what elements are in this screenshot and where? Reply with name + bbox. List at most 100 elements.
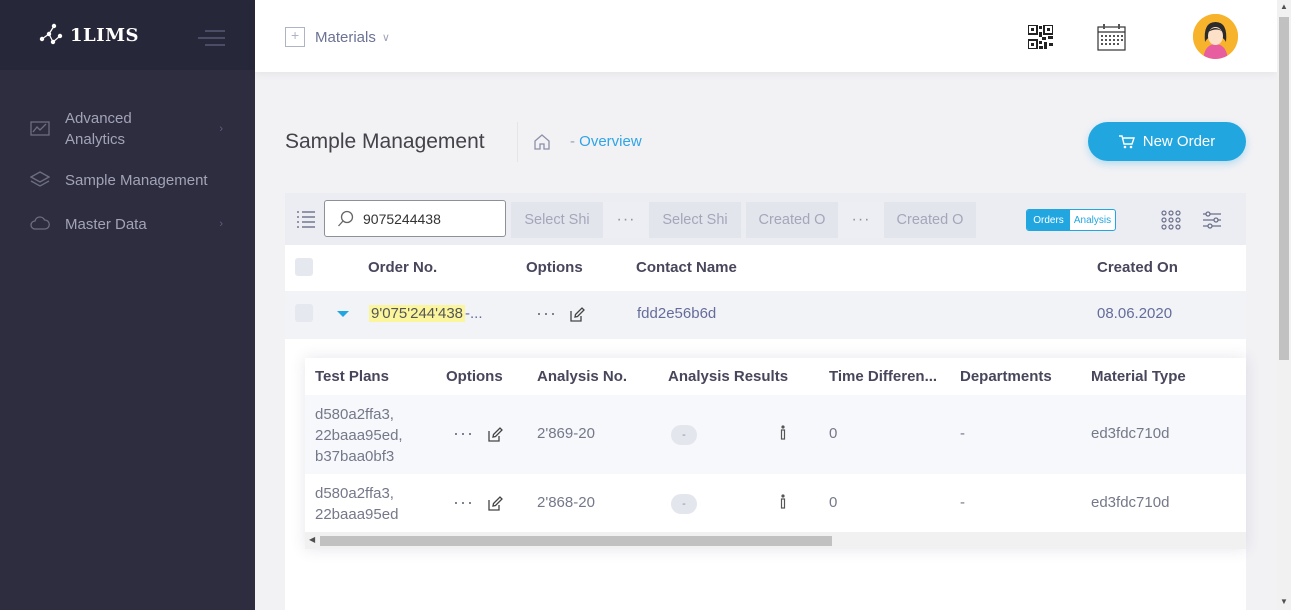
home-icon[interactable]: [533, 133, 551, 151]
created-to-select[interactable]: Created O: [884, 202, 976, 238]
col-analysis-no[interactable]: Analysis No.: [537, 368, 627, 385]
orders-card: Select Shi ··· Select Shi Created O ··· …: [285, 193, 1246, 610]
sidebar-item-label: Master Data: [65, 215, 147, 233]
avatar[interactable]: [1193, 14, 1238, 59]
result-badge: -: [671, 494, 697, 514]
row-options-dots-icon[interactable]: ···: [453, 423, 474, 444]
time-difference-cell: 0: [829, 425, 838, 442]
col-order-no[interactable]: Order No.: [368, 259, 437, 276]
test-plans-cell: d580a2ffa3, 22baaa95ed, b37baa0bf3: [315, 404, 403, 467]
calendar-icon[interactable]: [1097, 24, 1126, 51]
created-from-select[interactable]: Created O: [746, 202, 838, 238]
test-plan-line: b37baa0bf3: [315, 448, 395, 465]
search-icon: [338, 210, 354, 226]
col-analysis-results[interactable]: Analysis Results: [668, 368, 788, 385]
table-row[interactable]: 9'075'244'438 -... ··· fdd2e56b6d 08.06.2…: [285, 291, 1246, 339]
horizontal-scrollbar[interactable]: ◀: [305, 532, 1246, 549]
shift-to-select[interactable]: Select Shi: [649, 202, 741, 238]
cart-icon: [1118, 134, 1135, 148]
qr-code-icon[interactable]: [1028, 25, 1053, 49]
sidebar-item-label: Sample Management: [65, 171, 208, 189]
page-title: Sample Management: [285, 130, 485, 153]
row-options-dots-icon[interactable]: ···: [536, 303, 557, 324]
toggle-analysis[interactable]: Analysis: [1070, 210, 1115, 230]
breadcrumb-current[interactable]: Overview: [579, 133, 642, 150]
col-departments[interactable]: Departments: [960, 368, 1052, 385]
search-input[interactable]: [363, 210, 493, 227]
test-plans-cell: d580a2ffa3, 22baaa95ed: [315, 483, 398, 525]
test-plan-line: 22baaa95ed,: [315, 427, 403, 444]
user-avatar-icon: [1193, 14, 1238, 59]
row-options-dots-icon[interactable]: ···: [453, 492, 474, 513]
chevron-down-icon: ∨: [381, 31, 390, 44]
scroll-down-icon[interactable]: ▼: [1280, 597, 1288, 606]
chart-icon: [30, 121, 50, 136]
shift-ellipsis[interactable]: ···: [603, 202, 649, 238]
created-ellipsis[interactable]: ···: [838, 202, 884, 238]
order-no-suffix: -...: [465, 305, 483, 322]
sidebar: 1LIMS Advanced Analytics › Sample Manage…: [0, 0, 255, 610]
col-options: Options: [526, 259, 583, 276]
list-icon[interactable]: [296, 209, 316, 229]
sidebar-item-label: Advanced Analytics: [65, 110, 132, 148]
shift-from-select[interactable]: Select Shi: [511, 202, 603, 238]
vertical-scrollbar[interactable]: ▲ ▼: [1277, 0, 1291, 610]
sidebar-item-advanced-analytics[interactable]: Advanced Analytics ›: [0, 100, 255, 158]
layers-icon: [30, 171, 50, 187]
chevron-right-icon: ›: [219, 122, 223, 135]
test-plan-line: 22baaa95ed: [315, 506, 399, 523]
scroll-left-icon[interactable]: ◀: [309, 535, 315, 544]
new-order-label: New Order: [1142, 133, 1216, 150]
time-difference-cell: 0: [829, 494, 838, 511]
breadcrumb: - Overview: [570, 133, 642, 150]
filter-settings-icon[interactable]: [1202, 210, 1222, 230]
breadcrumb-separator: -: [570, 133, 575, 150]
analysis-no-cell: 2'868-20: [537, 494, 595, 511]
col-material-type[interactable]: Material Type: [1091, 368, 1186, 385]
view-toggle: Orders Analysis: [1026, 209, 1116, 231]
table-header: Order No. Options Contact Name Created O…: [285, 245, 1246, 291]
created-on-cell: 08.06.2020: [1097, 305, 1173, 322]
edit-icon[interactable]: [569, 307, 585, 323]
add-module-icon: [285, 27, 305, 47]
nested-header: Test Plans Options Analysis No. Analysis…: [305, 358, 1246, 395]
departments-cell: -: [960, 494, 965, 511]
table-toolbar: Select Shi ··· Select Shi Created O ··· …: [285, 193, 1246, 245]
col-test-plans[interactable]: Test Plans: [315, 368, 389, 385]
edit-icon[interactable]: [487, 427, 503, 443]
shift-filter: Select Shi ··· Select Shi: [511, 202, 741, 238]
search-field[interactable]: [324, 200, 506, 237]
nested-analysis-table: Test Plans Options Analysis No. Analysis…: [305, 358, 1246, 549]
expand-caret-icon[interactable]: [337, 311, 349, 317]
col-created-on[interactable]: Created On: [1097, 259, 1178, 276]
logo-icon: [39, 23, 63, 45]
scroll-up-icon[interactable]: ▲: [1280, 2, 1288, 11]
info-icon[interactable]: [779, 425, 787, 441]
menu-toggle-icon[interactable]: [198, 30, 225, 46]
order-no-cell: 9'075'244'438 -...: [369, 305, 483, 322]
chevron-right-icon: ›: [219, 218, 223, 230]
sidebar-item-master-data[interactable]: Master Data ›: [0, 202, 255, 246]
divider: [517, 122, 518, 162]
scroll-thumb[interactable]: [320, 536, 832, 546]
result-badge: -: [671, 425, 697, 445]
select-all-checkbox[interactable]: [295, 258, 313, 276]
scroll-thumb[interactable]: [1279, 17, 1289, 360]
sidebar-item-sample-management[interactable]: Sample Management: [0, 158, 255, 202]
created-filter: Created O ··· Created O: [746, 202, 976, 238]
col-time-difference[interactable]: Time Differen...: [829, 368, 937, 385]
info-icon[interactable]: [779, 494, 787, 510]
nested-row[interactable]: d580a2ffa3, 22baaa95ed ··· 2'868-20 - 0 …: [305, 474, 1246, 532]
row-checkbox[interactable]: [295, 304, 313, 322]
grid-icon[interactable]: [1161, 210, 1181, 230]
module-dropdown[interactable]: Materials ∨: [285, 27, 390, 47]
col-contact-name[interactable]: Contact Name: [636, 259, 737, 276]
edit-icon[interactable]: [487, 496, 503, 512]
brand-name: 1LIMS: [70, 24, 140, 46]
col-options: Options: [446, 368, 503, 385]
material-type-cell: ed3fdc710d: [1091, 494, 1170, 511]
new-order-button[interactable]: New Order: [1088, 122, 1246, 161]
nested-row[interactable]: d580a2ffa3, 22baaa95ed, b37baa0bf3 ··· 2…: [305, 395, 1246, 474]
toggle-orders[interactable]: Orders: [1027, 210, 1070, 230]
order-no-highlight: 9'075'244'438: [369, 305, 466, 322]
